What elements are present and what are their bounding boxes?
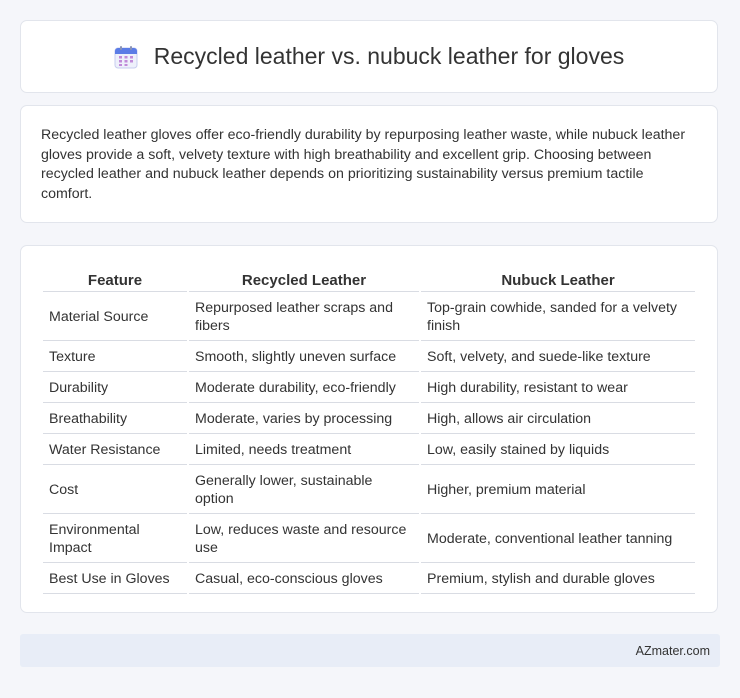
column-header-feature: Feature	[43, 270, 187, 292]
column-header-recycled: Recycled Leather	[189, 270, 419, 292]
table-row: Material Source Repurposed leather scrap…	[43, 294, 695, 341]
recycled-cell: Low, reduces waste and resource use	[189, 516, 419, 563]
footer-brand[interactable]: AZmater.com	[636, 644, 710, 658]
intro-card: Recycled leather gloves offer eco-friend…	[20, 105, 718, 223]
recycled-cell: Repurposed leather scraps and fibers	[189, 294, 419, 341]
nubuck-cell: Higher, premium material	[421, 467, 695, 514]
table-row: Water Resistance Limited, needs treatmen…	[43, 436, 695, 465]
table-row: Texture Smooth, slightly uneven surface …	[43, 343, 695, 372]
recycled-cell: Casual, eco-conscious gloves	[189, 565, 419, 594]
nubuck-cell: Moderate, conventional leather tanning	[421, 516, 695, 563]
nubuck-cell: Low, easily stained by liquids	[421, 436, 695, 465]
feature-cell: Best Use in Gloves	[43, 565, 187, 594]
nubuck-cell: Premium, stylish and durable gloves	[421, 565, 695, 594]
column-header-nubuck: Nubuck Leather	[421, 270, 695, 292]
nubuck-cell: High, allows air circulation	[421, 405, 695, 434]
table-row: Breathability Moderate, varies by proces…	[43, 405, 695, 434]
table-row: Best Use in Gloves Casual, eco-conscious…	[43, 565, 695, 594]
comparison-card: Feature Recycled Leather Nubuck Leather …	[20, 245, 718, 613]
recycled-cell: Smooth, slightly uneven surface	[189, 343, 419, 372]
table-row: Environmental Impact Low, reduces waste …	[43, 516, 695, 563]
recycled-cell: Generally lower, sustainable option	[189, 467, 419, 514]
nubuck-cell: Top-grain cowhide, sanded for a velvety …	[421, 294, 695, 341]
footer: AZmater.com	[20, 634, 720, 667]
recycled-cell: Moderate, varies by processing	[189, 405, 419, 434]
recycled-cell: Moderate durability, eco-friendly	[189, 374, 419, 403]
table-row: Durability Moderate durability, eco-frie…	[43, 374, 695, 403]
recycled-cell: Limited, needs treatment	[189, 436, 419, 465]
intro-text: Recycled leather gloves offer eco-friend…	[41, 127, 686, 202]
comparison-table: Feature Recycled Leather Nubuck Leather …	[41, 268, 697, 596]
feature-cell: Breathability	[43, 405, 187, 434]
nubuck-cell: Soft, velvety, and suede-like texture	[421, 343, 695, 372]
nubuck-cell: High durability, resistant to wear	[421, 374, 695, 403]
title-card: Recycled leather vs. nubuck leather for …	[20, 20, 718, 93]
table-row: Cost Generally lower, sustainable option…	[43, 467, 695, 514]
page-title: Recycled leather vs. nubuck leather for …	[153, 43, 625, 69]
feature-cell: Material Source	[43, 294, 187, 341]
table-header-row: Feature Recycled Leather Nubuck Leather	[43, 270, 695, 292]
feature-cell: Cost	[43, 467, 187, 514]
feature-cell: Water Resistance	[43, 436, 187, 465]
feature-cell: Texture	[43, 343, 187, 372]
feature-cell: Durability	[43, 374, 187, 403]
calendar-icon	[114, 45, 138, 69]
feature-cell: Environmental Impact	[43, 516, 187, 563]
